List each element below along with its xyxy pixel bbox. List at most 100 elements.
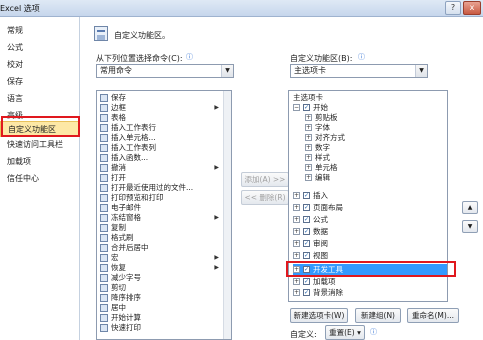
tree-node[interactable]: + 编辑	[305, 173, 433, 183]
help-button[interactable]: ?	[445, 1, 461, 15]
close-button[interactable]: x	[463, 1, 481, 15]
list-item[interactable]: 冻结窗格 ▶	[97, 213, 223, 223]
checkbox-icon[interactable]: ✓	[303, 216, 310, 223]
list-item[interactable]: 边框 ▶	[97, 103, 223, 113]
expand-icon[interactable]: +	[293, 240, 300, 247]
nav-item-save[interactable]: 保存	[0, 74, 79, 90]
list-item[interactable]: 居中	[97, 303, 223, 313]
cut-icon	[100, 284, 108, 292]
dev-tools-highlight-outline	[286, 261, 456, 277]
expand-icon[interactable]: +	[293, 216, 300, 223]
undo-icon	[100, 164, 108, 172]
nav-item-general[interactable]: 常规	[0, 23, 79, 39]
tree-node[interactable]: + 样式	[305, 153, 433, 163]
checkbox-icon[interactable]: ✓	[303, 104, 310, 111]
list-item[interactable]: 打开	[97, 173, 223, 183]
chevron-down-icon[interactable]: ▼	[415, 65, 427, 77]
checkbox-icon[interactable]: ✓	[303, 228, 310, 235]
list-item[interactable]: 插入工作表行	[97, 123, 223, 133]
checkbox-icon[interactable]: ✓	[303, 252, 310, 259]
calculate-icon	[100, 314, 108, 322]
checkbox-icon[interactable]: ✓	[303, 278, 310, 285]
list-item[interactable]: 复制	[97, 223, 223, 233]
checkbox-icon[interactable]: ✓	[303, 204, 310, 211]
triangle-down-icon: ▼	[467, 223, 473, 230]
info-icon: ⓘ	[186, 53, 193, 61]
list-item[interactable]: 剪切	[97, 283, 223, 293]
list-item[interactable]: 插入单元格...	[97, 133, 223, 143]
list-item[interactable]: 插入函数...	[97, 153, 223, 163]
expand-icon[interactable]: +	[293, 289, 300, 296]
nav-item-quick-access-toolbar[interactable]: 快速访问工具栏	[0, 137, 79, 153]
add-button[interactable]: 添加(A) >>	[241, 172, 289, 187]
quick-print-icon	[100, 324, 108, 332]
function-icon	[100, 154, 108, 162]
remove-button[interactable]: << 删除(R)	[241, 190, 289, 205]
tree-node[interactable]: + ✓ 插入	[293, 191, 433, 201]
checkbox-icon[interactable]: ✓	[303, 289, 310, 296]
expand-icon[interactable]: +	[293, 228, 300, 235]
nav-item-trust-center[interactable]: 信任中心	[0, 171, 79, 187]
expand-icon[interactable]: +	[305, 154, 312, 161]
nav-item-formulas[interactable]: 公式	[0, 40, 79, 56]
expand-icon[interactable]: +	[305, 144, 312, 151]
rename-button[interactable]: 重命名(M)...	[407, 308, 459, 323]
tree-node[interactable]: + 单元格	[305, 163, 433, 173]
tree-node[interactable]: + 数字	[305, 143, 433, 153]
list-item[interactable]: 电子邮件	[97, 203, 223, 213]
tree-node[interactable]: + 字体	[305, 123, 433, 133]
new-group-button[interactable]: 新建组(N)	[355, 308, 401, 323]
sort-desc-icon	[100, 294, 108, 302]
expand-icon[interactable]: +	[293, 278, 300, 285]
tree-node[interactable]: + ✓ 视图	[293, 251, 433, 261]
list-item[interactable]: 快速打印	[97, 323, 223, 333]
list-item[interactable]: 表格	[97, 113, 223, 123]
commands-list[interactable]: 保存 边框 ▶ 表格 插入工作表行 插入单元格... 插入工作表列 插入函数...…	[96, 90, 232, 340]
tree-node[interactable]: + ✓ 加载项	[293, 277, 433, 287]
expand-icon[interactable]: +	[305, 134, 312, 141]
expand-icon[interactable]: +	[305, 174, 312, 181]
nav-item-add-ins[interactable]: 加载项	[0, 154, 79, 170]
expand-icon[interactable]: +	[305, 124, 312, 131]
expand-icon[interactable]: +	[293, 192, 300, 199]
tree-node[interactable]: + ✓ 公式	[293, 215, 433, 225]
tree-node[interactable]: + ✓ 审阅	[293, 239, 433, 249]
chevron-down-icon[interactable]: ▼	[221, 65, 233, 77]
list-item[interactable]: 格式刷	[97, 233, 223, 243]
commands-scrollbar[interactable]	[223, 91, 231, 339]
checkbox-icon[interactable]: ✓	[303, 240, 310, 247]
customize-ribbon-icon	[94, 26, 108, 41]
list-item[interactable]: 合并后居中	[97, 243, 223, 253]
expand-icon[interactable]: +	[305, 114, 312, 121]
collapse-icon[interactable]: −	[293, 104, 300, 111]
insert-column-icon	[100, 144, 108, 152]
list-item[interactable]: 插入工作表列	[97, 143, 223, 153]
tree-node[interactable]: + 对齐方式	[305, 133, 433, 143]
expand-icon[interactable]: +	[293, 204, 300, 211]
tree-node[interactable]: + ✓ 页面布局	[293, 203, 433, 213]
tree-node[interactable]: + 剪贴板	[305, 113, 433, 123]
tree-node[interactable]: − ✓ 开始	[293, 103, 433, 113]
new-tab-button[interactable]: 新建选项卡(W)	[290, 308, 348, 323]
move-down-button[interactable]: ▼	[462, 220, 478, 233]
list-item[interactable]: 宏 ▶	[97, 253, 223, 263]
list-item[interactable]: 撤消 ▶	[97, 163, 223, 173]
choose-commands-combo[interactable]: 常用命令 ▼	[96, 64, 234, 78]
customize-ribbon-combo[interactable]: 主选项卡 ▼	[290, 64, 428, 78]
nav-item-language[interactable]: 语言	[0, 91, 79, 107]
checkbox-icon[interactable]: ✓	[303, 192, 310, 199]
nav-item-proofing[interactable]: 校对	[0, 57, 79, 73]
list-item[interactable]: 恢复 ▶	[97, 263, 223, 273]
list-item[interactable]: 开始计算	[97, 313, 223, 323]
tree-node[interactable]: + ✓ 数据	[293, 227, 433, 237]
expand-icon[interactable]: +	[293, 252, 300, 259]
list-item[interactable]: 降序排序	[97, 293, 223, 303]
list-item[interactable]: 打开最近使用过的文件...	[97, 183, 223, 193]
list-item[interactable]: 打印预览和打印	[97, 193, 223, 203]
move-up-button[interactable]: ▲	[462, 201, 478, 214]
expand-icon[interactable]: +	[305, 164, 312, 171]
reset-button[interactable]: 重置(E) ▾	[325, 325, 365, 340]
list-item[interactable]: 保存	[97, 93, 223, 103]
tree-node[interactable]: + ✓ 背景消除	[293, 288, 433, 298]
list-item[interactable]: 减少字号	[97, 273, 223, 283]
